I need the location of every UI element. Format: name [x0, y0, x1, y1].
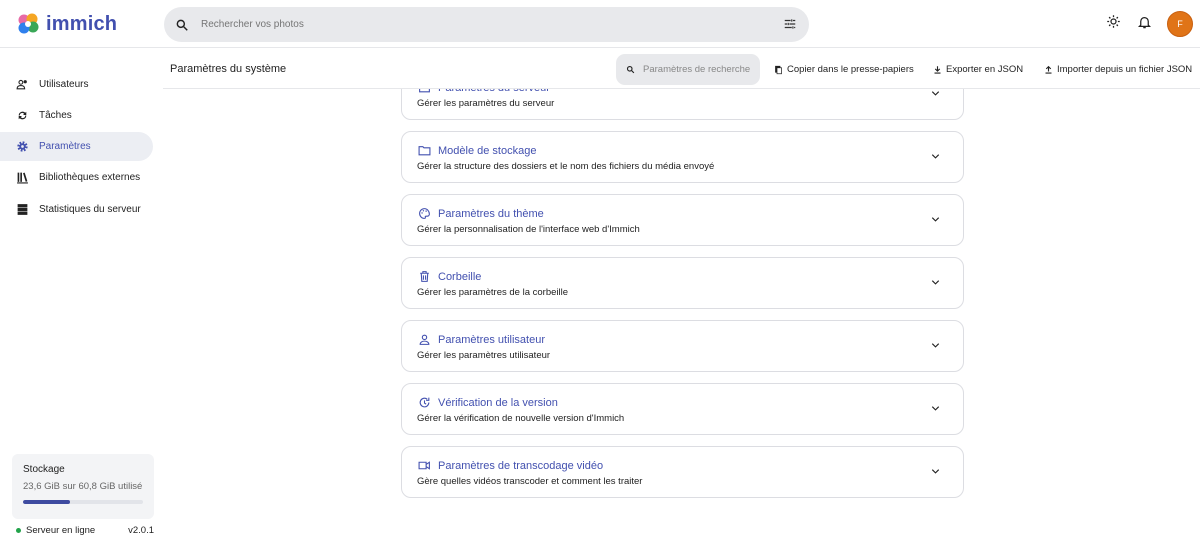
settings-card-header: Paramètres utilisateur [418, 333, 545, 346]
search-bar[interactable] [164, 7, 809, 42]
copy-label: Copier dans le presse-papiers [787, 64, 914, 75]
settings-card[interactable]: Vérification de la version Gérer la vérif… [401, 383, 964, 435]
update-icon [419, 397, 430, 408]
sidebar-item-label: Utilisateurs [39, 79, 89, 90]
video-icon [418, 461, 430, 470]
immich-logo-icon [18, 13, 39, 34]
sidebar-item-settings[interactable]: Paramètres [0, 132, 153, 161]
import-label: Importer depuis un fichier JSON [1057, 64, 1193, 75]
trash-icon [420, 271, 429, 282]
upload-icon [1045, 65, 1052, 74]
sidebar-item-label: Paramètres [39, 141, 91, 152]
settings-card-title: Paramètres de transcodage vidéo [438, 459, 604, 472]
search-icon [626, 65, 635, 74]
library-icon [17, 172, 28, 184]
chevron-down-icon[interactable] [930, 466, 941, 477]
settings-card-header: Modèle de stockage [418, 144, 536, 157]
settings-card-header: Paramètres du serveur [418, 89, 550, 94]
sun-icon [1107, 15, 1120, 28]
server-icon [419, 89, 430, 93]
settings-card-header: Paramètres de transcodage vidéo [418, 459, 603, 472]
chevron-down-icon[interactable] [930, 403, 941, 414]
settings-card-description: Gérer les paramètres du serveur [417, 98, 555, 109]
storage-progress-bar [23, 500, 143, 504]
settings-card-header: Corbeille [418, 270, 481, 283]
download-icon [934, 65, 941, 74]
sidebar-item-server-stats[interactable]: Statistiques du serveur [0, 195, 153, 224]
chevron-down-icon[interactable] [930, 89, 941, 99]
page-title: Paramètres du système [170, 63, 287, 75]
app-name: immich [46, 12, 118, 35]
storage-title: Stockage [23, 464, 65, 475]
settings-card[interactable]: Corbeille Gérer les paramètres de la corb… [401, 257, 964, 309]
sidebar-item-users[interactable]: Utilisateurs [0, 70, 153, 99]
theme-toggle-button[interactable] [1106, 14, 1121, 29]
settings-card[interactable]: Paramètres du thème Gérer la personnalisa… [401, 194, 964, 246]
copy-to-clipboard-button[interactable]: Copier dans le presse-papiers [774, 64, 914, 75]
sidebar-item-label: Tâches [39, 110, 72, 121]
copy-icon [775, 65, 782, 74]
server-status-label: Serveur en ligne [26, 525, 96, 536]
gear-icon [17, 141, 28, 152]
settings-card-title: Paramètres du thème [438, 207, 544, 220]
logo[interactable]: immich [16, 12, 117, 36]
storage-progress-fill [23, 500, 70, 504]
folder-icon [418, 146, 431, 156]
chevron-down-icon[interactable] [930, 340, 941, 351]
export-label: Exporter en JSON [946, 64, 1024, 75]
settings-card[interactable]: Modèle de stockage Gérer la structure des… [401, 131, 964, 183]
settings-card-title: Corbeille [438, 270, 482, 283]
chevron-down-icon[interactable] [930, 277, 941, 288]
sidebar-item-tasks[interactable]: Tâches [0, 101, 153, 130]
settings-card-description: Gère quelles vidéos transcoder et commen… [417, 476, 643, 487]
settings-card-title: Vérification de la version [438, 396, 558, 409]
server-icon [17, 204, 28, 215]
settings-card-description: Gérer la structure des dossiers et le no… [417, 161, 715, 172]
bell-icon [1137, 17, 1152, 29]
user-icon [419, 334, 430, 345]
search-icon [176, 19, 188, 31]
settings-search-input[interactable]: Paramètres de recherche [616, 54, 760, 85]
server-status: Serveur en ligne v2.0.1 [16, 525, 154, 536]
export-json-button[interactable]: Exporter en JSON [933, 64, 1023, 75]
settings-card-header: Paramètres du thème [418, 207, 544, 220]
settings-list: Paramètres du serveur Gérer les paramètre… [163, 89, 1200, 555]
settings-card-description: Gérer la vérification de nouvelle versio… [417, 413, 625, 424]
avatar[interactable]: F [1167, 11, 1193, 37]
import-json-button[interactable]: Importer depuis un fichier JSON [1044, 64, 1192, 75]
search-input[interactable] [201, 19, 761, 30]
settings-search-placeholder: Paramètres de recherche [643, 64, 751, 75]
settings-card-title: Paramètres utilisateur [438, 333, 545, 346]
palette-icon [419, 208, 430, 219]
filter-options-icon[interactable] [783, 17, 797, 31]
online-status-dot [16, 528, 21, 533]
settings-card-description: Gérer la personnalisation de l'interface… [417, 224, 640, 235]
page-header: Paramètres du système Paramètres de rech… [163, 49, 1200, 89]
chevron-down-icon[interactable] [930, 151, 941, 162]
settings-card[interactable]: Paramètres du serveur Gérer les paramètre… [401, 89, 964, 120]
storage-usage: 23,6 GiB sur 60,8 GiB utilisé [23, 481, 143, 492]
storage-panel: Stockage 23,6 GiB sur 60,8 GiB utilisé [12, 454, 154, 519]
settings-card-header: Vérification de la version [418, 396, 558, 409]
settings-card-description: Gérer les paramètres de la corbeille [417, 287, 569, 298]
sidebar-item-external-libraries[interactable]: Bibliothèques externes [0, 163, 153, 192]
sync-icon [18, 111, 27, 120]
settings-card-title: Modèle de stockage [438, 144, 537, 157]
sidebar-item-label: Bibliothèques externes [39, 172, 141, 183]
settings-card-description: Gérer les paramètres utilisateur [417, 350, 551, 361]
server-version[interactable]: v2.0.1 [128, 525, 154, 536]
top-bar: immich F [0, 0, 1200, 48]
settings-card-title: Paramètres du serveur [438, 89, 550, 94]
sidebar-item-label: Statistiques du serveur [39, 204, 141, 215]
settings-card[interactable]: Paramètres de transcodage vidéo Gère quel… [401, 446, 964, 498]
sidebar: Utilisateurs Tâches Paramètres Bibliothè… [0, 49, 163, 555]
settings-card[interactable]: Paramètres utilisateur Gérer les paramètr… [401, 320, 964, 372]
users-icon [16, 79, 27, 90]
chevron-down-icon[interactable] [930, 214, 941, 225]
notifications-button[interactable] [1137, 14, 1152, 30]
